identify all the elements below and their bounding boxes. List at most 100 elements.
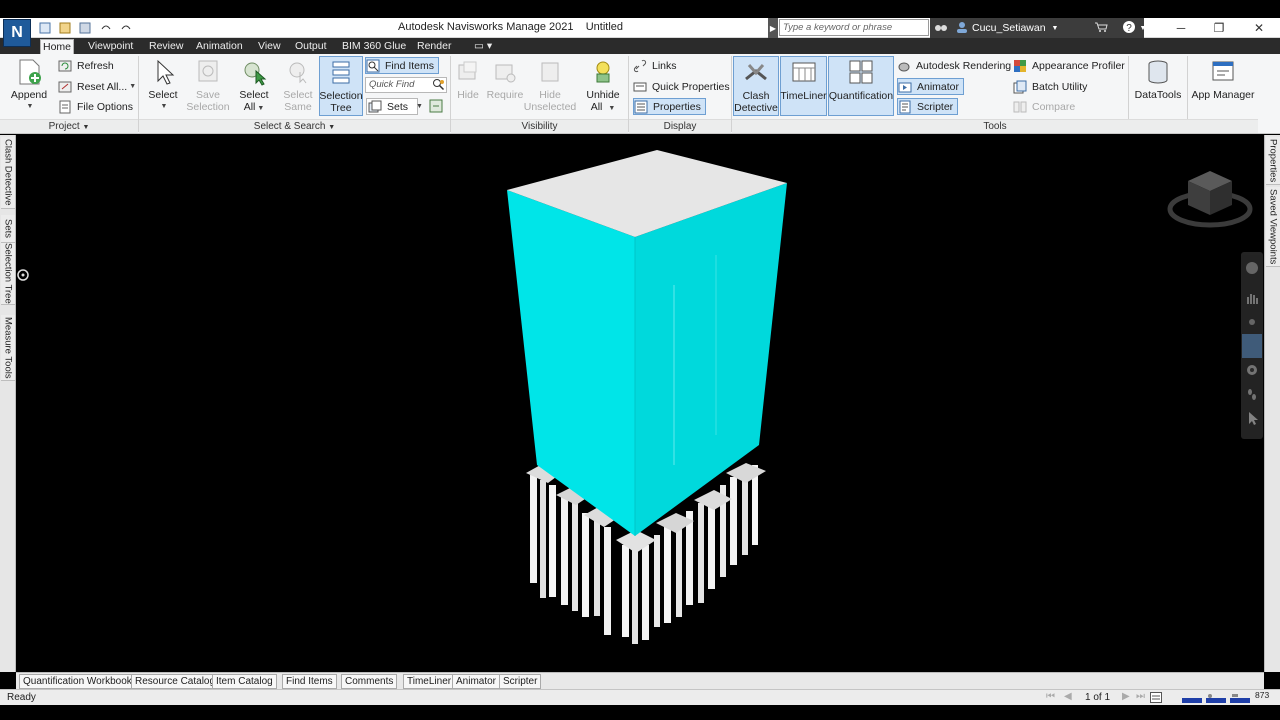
clash-detective-label-2: Detective	[734, 102, 778, 114]
save-selection-button[interactable]: Save Selection	[185, 56, 231, 116]
app-manager-button[interactable]: App Manager	[1190, 56, 1256, 116]
append-button[interactable]: Append ▼	[6, 56, 52, 116]
hide-icon	[455, 58, 481, 86]
properties-button[interactable]: Properties	[633, 98, 706, 115]
dock-tab-sets[interactable]: Sets	[1, 215, 15, 243]
tab-bim360glue[interactable]: BIM 360 Glue	[340, 39, 408, 54]
bottom-tab-timeliner[interactable]: TimeLiner	[403, 674, 456, 689]
save-selection-label-1: Save	[196, 89, 220, 101]
help-icon[interactable]: ?	[1122, 20, 1136, 37]
sheet-nav-last-icon[interactable]: ⏭	[1136, 691, 1145, 702]
status-bar: Ready ⏮ ◀ 1 of 1 ▶ ⏭ 873	[0, 689, 1280, 705]
sheet-browser-icon[interactable]	[1150, 692, 1162, 706]
zoom-icon[interactable]	[1244, 314, 1260, 333]
bottom-tab-quantification-workbook[interactable]: Quantification Workbook	[19, 674, 136, 689]
clash-detective-label-1: Clash	[742, 90, 770, 102]
quick-properties-button[interactable]: Quick Properties	[633, 78, 730, 95]
sheet-page-indicator: 1 of 1	[1085, 692, 1111, 703]
sets-dropdown[interactable]: Sets ▼	[366, 98, 423, 115]
sheet-nav-prev-icon[interactable]: ◀	[1064, 691, 1072, 702]
selection-tree-button[interactable]: Selection Tree	[319, 56, 363, 116]
tab-view[interactable]: View	[256, 39, 283, 54]
tab-output[interactable]: Output	[293, 39, 329, 54]
minimize-button[interactable]: ─	[1162, 18, 1200, 38]
clash-detective-button[interactable]: Clash Detective	[733, 56, 779, 116]
file-options-button[interactable]: File Options	[58, 98, 133, 115]
bottom-tab-comments[interactable]: Comments	[341, 674, 398, 689]
hide-label: Hide	[457, 89, 479, 101]
cart-icon[interactable]	[1094, 21, 1109, 36]
batch-utility-icon	[1013, 80, 1027, 94]
dock-tab-saved-viewpoints[interactable]: Saved Viewpoints	[1266, 187, 1280, 267]
save-selection-icon	[195, 58, 221, 86]
panel-title-select-search[interactable]: Select & Search ▼	[139, 119, 450, 133]
compare-button[interactable]: Compare	[1013, 98, 1075, 115]
user-name[interactable]: Cucu_Setiawan	[972, 22, 1046, 34]
ribbon-options-icon[interactable]: ▭ ▾	[472, 39, 494, 54]
orbit-button[interactable]	[1242, 334, 1262, 358]
steering-wheel-icon[interactable]	[1244, 260, 1260, 279]
append-icon	[16, 58, 42, 86]
chevron-down-icon[interactable]: ▼	[1052, 25, 1059, 32]
quantification-label: Quantification	[828, 90, 894, 102]
unhide-all-button[interactable]: Unhide All ▼	[582, 56, 624, 116]
dock-tab-properties[interactable]: Properties	[1266, 137, 1280, 185]
bottom-tab-item-catalog[interactable]: Item Catalog	[212, 674, 277, 689]
selection-tree-label-1: Selection	[319, 90, 363, 102]
3d-viewport[interactable]	[16, 135, 1263, 672]
appearance-profiler-button[interactable]: Appearance Profiler	[1013, 57, 1125, 74]
links-button[interactable]: Links	[633, 57, 677, 74]
find-items-button[interactable]: Find Items	[365, 57, 440, 74]
timeliner-button[interactable]: TimeLiner	[780, 56, 827, 116]
refresh-button[interactable]: Refresh	[58, 57, 114, 74]
model-canvas[interactable]	[16, 135, 1263, 672]
manage-sets-icon[interactable]	[428, 98, 444, 117]
help-dropdown-icon[interactable]: ▼	[1139, 25, 1146, 32]
bottom-tab-find-items[interactable]: Find Items	[282, 674, 337, 689]
pan-hand-icon[interactable]	[1244, 290, 1260, 309]
binoculars-icon[interactable]	[934, 21, 948, 36]
tab-animation[interactable]: Animation	[194, 39, 245, 54]
hide-unselected-button[interactable]: Hide Unselected	[524, 56, 576, 116]
tab-review[interactable]: Review	[147, 39, 185, 54]
tab-viewpoint[interactable]: Viewpoint	[86, 39, 135, 54]
link-icon	[633, 59, 647, 73]
search-expand-icon[interactable]: ▶	[768, 18, 778, 38]
look-around-icon[interactable]	[1244, 362, 1260, 381]
reset-all-button[interactable]: Reset All... ▼	[58, 78, 136, 95]
tab-render[interactable]: Render	[415, 39, 453, 54]
quantification-button[interactable]: Quantification	[828, 56, 894, 116]
quick-find-search-icon[interactable]	[432, 78, 446, 95]
panel-title-project[interactable]: Project ▼	[0, 119, 138, 133]
tab-home[interactable]: Home	[40, 39, 75, 54]
scripter-button[interactable]: Scripter	[897, 98, 959, 115]
sheet-nav-next-icon[interactable]: ▶	[1122, 691, 1130, 702]
restore-button[interactable]: ❐	[1200, 18, 1238, 38]
viewcube[interactable]	[1166, 163, 1254, 235]
bottom-tab-scripter[interactable]: Scripter	[499, 674, 542, 689]
hide-button[interactable]: Hide	[452, 56, 484, 116]
bottom-tab-resource-catalog[interactable]: Resource Catalog	[131, 674, 220, 689]
require-button[interactable]: Require	[486, 56, 524, 116]
orbit-cursor-icon	[16, 268, 30, 285]
scripter-label: Scripter	[917, 100, 954, 113]
autodesk-rendering-button[interactable]: Autodesk Rendering	[897, 57, 1011, 74]
dock-tab-measure-tools[interactable]: Measure Tools	[1, 315, 15, 381]
select-all-button[interactable]: Select All ▼	[233, 56, 275, 116]
walk-footprint-icon[interactable]	[1244, 386, 1260, 405]
select-button[interactable]: Select ▼	[142, 56, 184, 116]
panel-title-tools: Tools	[732, 119, 1258, 133]
help-search-input[interactable]: Type a keyword or phrase	[779, 19, 929, 36]
select-cursor-icon[interactable]	[1244, 410, 1260, 429]
batch-utility-button[interactable]: Batch Utility	[1013, 78, 1087, 95]
dock-tab-selection-tree[interactable]: Selection Tree	[1, 243, 15, 305]
datatools-button[interactable]: DataTools	[1131, 56, 1185, 116]
close-button[interactable]: ✕	[1240, 18, 1278, 38]
application-menu-button[interactable]: N	[3, 19, 31, 47]
bottom-tab-animator[interactable]: Animator	[452, 674, 501, 689]
find-items-icon	[366, 59, 380, 73]
sheet-nav-first-icon[interactable]: ⏮	[1046, 691, 1055, 702]
dock-tab-clash-detective[interactable]: Clash Detective	[1, 137, 15, 209]
select-same-button[interactable]: Select Same	[278, 56, 318, 116]
animator-button[interactable]: Animator	[897, 78, 965, 95]
